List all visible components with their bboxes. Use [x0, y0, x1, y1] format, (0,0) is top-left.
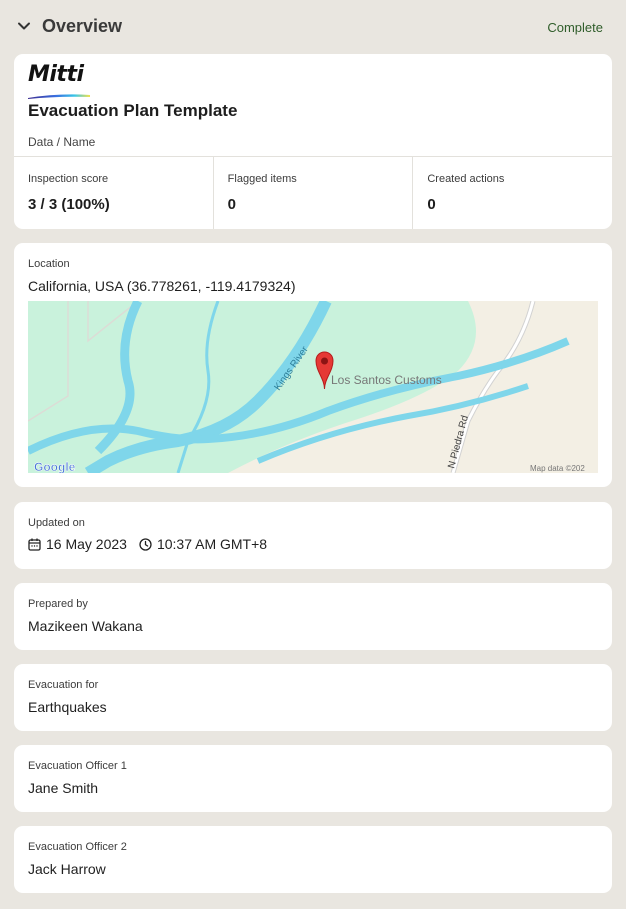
map-brand-label: Google: [34, 460, 76, 473]
prepared-by-value: Mazikeen Wakana: [28, 618, 143, 634]
location-card: Location California, USA (36.778261, -11…: [14, 243, 612, 487]
updated-time: 10:37 AM GMT+8: [156, 536, 268, 552]
stat-flagged-items: Flagged items 0: [214, 157, 414, 229]
stat-label: Inspection score: [28, 173, 109, 185]
updated-date: 16 May 2023: [46, 536, 127, 552]
prepared-by-label: Prepared by: [28, 598, 88, 610]
calendar-icon: [28, 538, 41, 551]
updated-datetime: 16 May 2023 10:37 AM GMT+8: [28, 536, 267, 552]
updated-card: Updated on 16 May 2023 10:37 AM GMT+8: [14, 502, 612, 569]
overview-header[interactable]: Overview Complete: [0, 0, 626, 52]
report-subtitle: Data / Name: [28, 135, 96, 149]
officer-1-label: Evacuation Officer 1: [28, 760, 127, 772]
evacuation-for-label: Evacuation for: [28, 679, 99, 691]
stat-created-actions: Created actions 0: [413, 157, 612, 229]
chevron-down-icon[interactable]: [16, 18, 32, 34]
stat-value: 3 / 3 (100%): [28, 196, 110, 213]
officer-2-card: Evacuation Officer 2 Jack Harrow: [14, 826, 612, 893]
clock-icon: [139, 537, 152, 551]
map-place-label: Los Santos Customs: [331, 373, 442, 387]
location-label: Location: [28, 258, 70, 270]
logo-text: Mitti: [28, 62, 84, 87]
report-title: Evacuation Plan Template: [28, 101, 238, 120]
company-logo: Mitti: [28, 64, 90, 104]
stat-label: Created actions: [427, 173, 505, 185]
stats-row: Inspection score 3 / 3 (100%) Flagged it…: [14, 156, 612, 229]
officer-2-label: Evacuation Officer 2: [28, 841, 127, 853]
status-label: Complete: [547, 19, 603, 35]
stat-value: 0: [227, 196, 237, 213]
location-map[interactable]: Los Santos Customs Kings River N Piedra …: [28, 301, 598, 473]
evacuation-for-card: Evacuation for Earthquakes: [14, 664, 612, 731]
officer-2-value: Jack Harrow: [28, 861, 106, 877]
section-title: Overview: [42, 15, 123, 36]
officer-1-value: Jane Smith: [28, 780, 99, 796]
stat-value: 0: [427, 196, 436, 213]
stat-inspection-score: Inspection score 3 / 3 (100%): [14, 157, 214, 229]
logo-swoosh-icon: [28, 94, 90, 99]
officer-1-card: Evacuation Officer 1 Jane Smith: [14, 745, 612, 812]
overview-toggle[interactable]: Overview: [16, 16, 122, 37]
location-value: California, USA (36.778261, -119.4179324…: [28, 278, 296, 294]
map-attribution: Map data ©202: [530, 464, 585, 473]
prepared-by-card: Prepared by Mazikeen Wakana: [14, 583, 612, 650]
stat-label: Flagged items: [227, 173, 297, 185]
updated-label: Updated on: [28, 517, 85, 529]
evacuation-for-value: Earthquakes: [28, 699, 107, 715]
